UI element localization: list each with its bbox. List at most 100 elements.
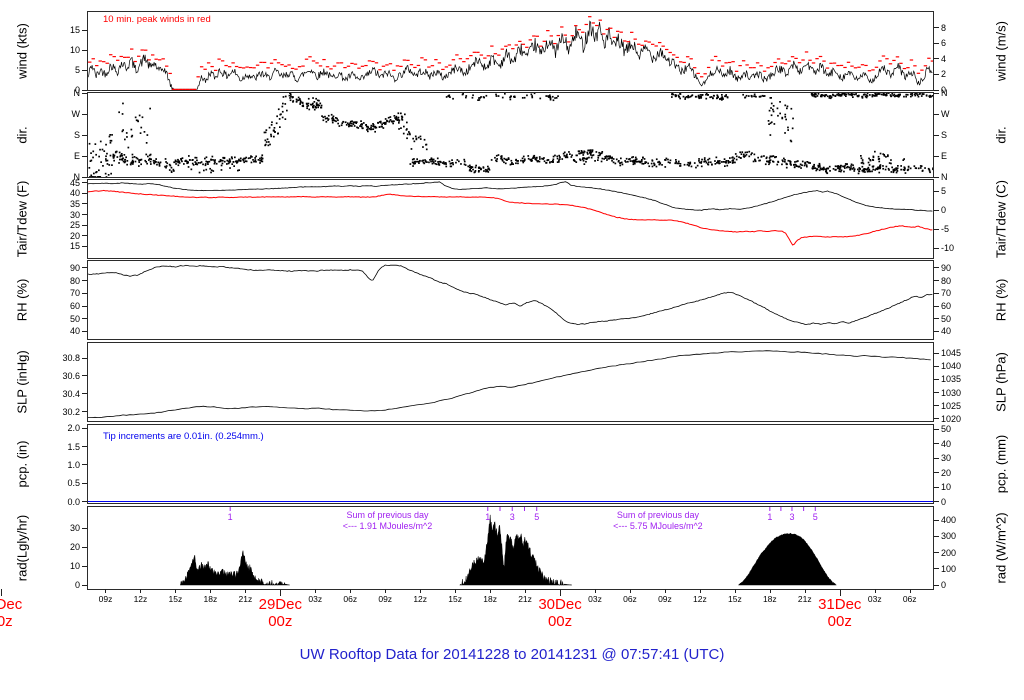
temp-left-tick [82,182,87,184]
wind-peak-note: 10 min. peak winds in red [103,14,211,25]
dir-left-tick [82,92,87,94]
temp-left-tick-label: 15 [69,241,80,252]
rad-right-tick [934,519,939,521]
dir-right-tick-label: N [941,172,948,182]
wind-right-tick [934,58,939,60]
rad-right-tick-label: 300 [941,531,957,542]
slp-left-tick-label: 30.6 [62,370,80,381]
x-axis-date-label: 30Dec 00z [520,596,600,630]
x-axis-tick-label: 15z [728,594,742,604]
x-axis-day-tick [0,589,2,596]
x-axis-tick [455,589,457,593]
dir-right-tick-label: E [941,151,948,161]
rh-left-tick-label: 40 [69,326,80,337]
rad-milestone-label: 1 [228,512,233,522]
rh-right-tick [934,292,939,294]
x-axis-tick-label: 18z [483,594,497,604]
x-axis-tick [595,589,596,593]
rh-left-tick [82,292,87,294]
rad-right-tick [934,552,939,554]
x-axis-tick-label: 18z [203,594,218,604]
slp-right-tick-label: 1040 [941,361,962,372]
rad-sum-annotation-2: Sum of previous day <--- 5.75 MJoules/m^… [613,510,703,532]
date-label-hour: 00z [827,613,852,630]
slp-right-tick-label: 1045 [941,348,962,358]
pcp-left-tick [82,427,87,429]
slp-left-tick [82,411,87,413]
x-axis-tick [105,589,107,593]
x-axis-tick [769,589,771,593]
x-axis-tick [315,589,317,593]
x-axis-tick-label: 09z [98,594,113,604]
rad-right-tick-label: 200 [941,547,957,558]
rad-left-tick [82,584,87,586]
temp-left-tick-label: 45 [69,177,80,188]
temp-right-tick [934,228,939,230]
x-axis-date-label: 29Dec 00z [240,596,320,630]
temp-right-tick [934,190,939,192]
rh-left-tick [82,267,87,269]
x-axis-tick [699,589,701,593]
wind-left-axis-title: wind (kts) [14,23,30,79]
rad-right-tick-label: 100 [941,563,957,574]
x-axis-tick [909,589,911,593]
temp-right-tick [934,209,939,211]
temp-left-tick [82,245,87,247]
dir-panel [87,92,934,178]
slp-left-tick [82,375,87,377]
temp-left-tick [82,203,87,205]
rh-right-tick [934,280,939,282]
date-label-day: 31Dec [818,596,862,613]
rh-left-tick [82,318,87,320]
pcp-left-tick-label: 0.5 [67,478,80,489]
date-label-day: 30Dec [538,596,582,613]
temp-right-tick-label: 0 [941,205,947,216]
rad-left-tick [82,527,87,529]
temp-left-tick [82,214,87,216]
rh-right-tick-label: 70 [941,288,952,299]
slp-right-tick [934,352,939,354]
x-axis-tick [490,589,492,593]
pcp-right-tick-label: 40 [941,438,952,449]
rad-right-axis-title: rad (W/m^2) [993,512,1009,584]
wind-right-axis-title: wind (m/s) [993,21,1009,81]
temp-right-tick-label: -10 [941,243,955,254]
dir-right-tick [934,134,939,136]
slp-right-tick [934,378,939,380]
x-axis-tick-label: 18z [762,594,777,604]
wind-left-tick [82,49,87,51]
pcp-left-tick-label: 1.0 [67,459,80,470]
slp-left-tick-label: 30.4 [62,388,80,399]
pcp-right-tick-label: 50 [941,424,952,435]
rad-right-tick-label: 400 [941,515,957,526]
dir-left-tick [82,155,87,157]
slp-left-tick-label: 30.2 [62,406,80,417]
rad-sum-annotation-1: Sum of previous day <--- 1.91 MJoules/m^… [343,510,433,532]
x-axis-tick [804,589,806,593]
pcp-right-tick [934,501,939,503]
rad-sum-annotation-1-line1: Sum of previous day [346,510,429,520]
dir-right-tick [934,176,939,178]
dir-right-tick [934,155,939,157]
wind-right-tick-label: 6 [941,38,947,49]
wind-right-tick-label: 4 [941,53,947,64]
pcp-left-tick-label: 1.5 [67,441,80,452]
dir-right-tick-label: N [941,88,948,98]
pcp-right-tick [934,472,939,474]
x-axis-tick [175,589,177,593]
slp-right-tick-label: 1025 [941,400,962,411]
rh-right-tick-label: 40 [941,326,952,337]
pcp-right-tick [934,443,939,445]
dir-left-tick [82,176,87,178]
date-label-day: 28Dec [0,596,23,613]
wind-right-tick [934,42,939,44]
rh-panel [87,260,934,340]
slp-right-tick-label: 1030 [941,387,962,398]
x-axis-date-label: 28Dec00z [0,596,41,630]
dir-left-tick [82,113,87,115]
rad-milestone-label: 3 [510,512,515,522]
temp-left-tick [82,224,87,226]
dir-left-axis-title: dir. [14,126,30,144]
pcp-left-tick [82,501,87,503]
x-axis-day-tick [280,589,282,596]
